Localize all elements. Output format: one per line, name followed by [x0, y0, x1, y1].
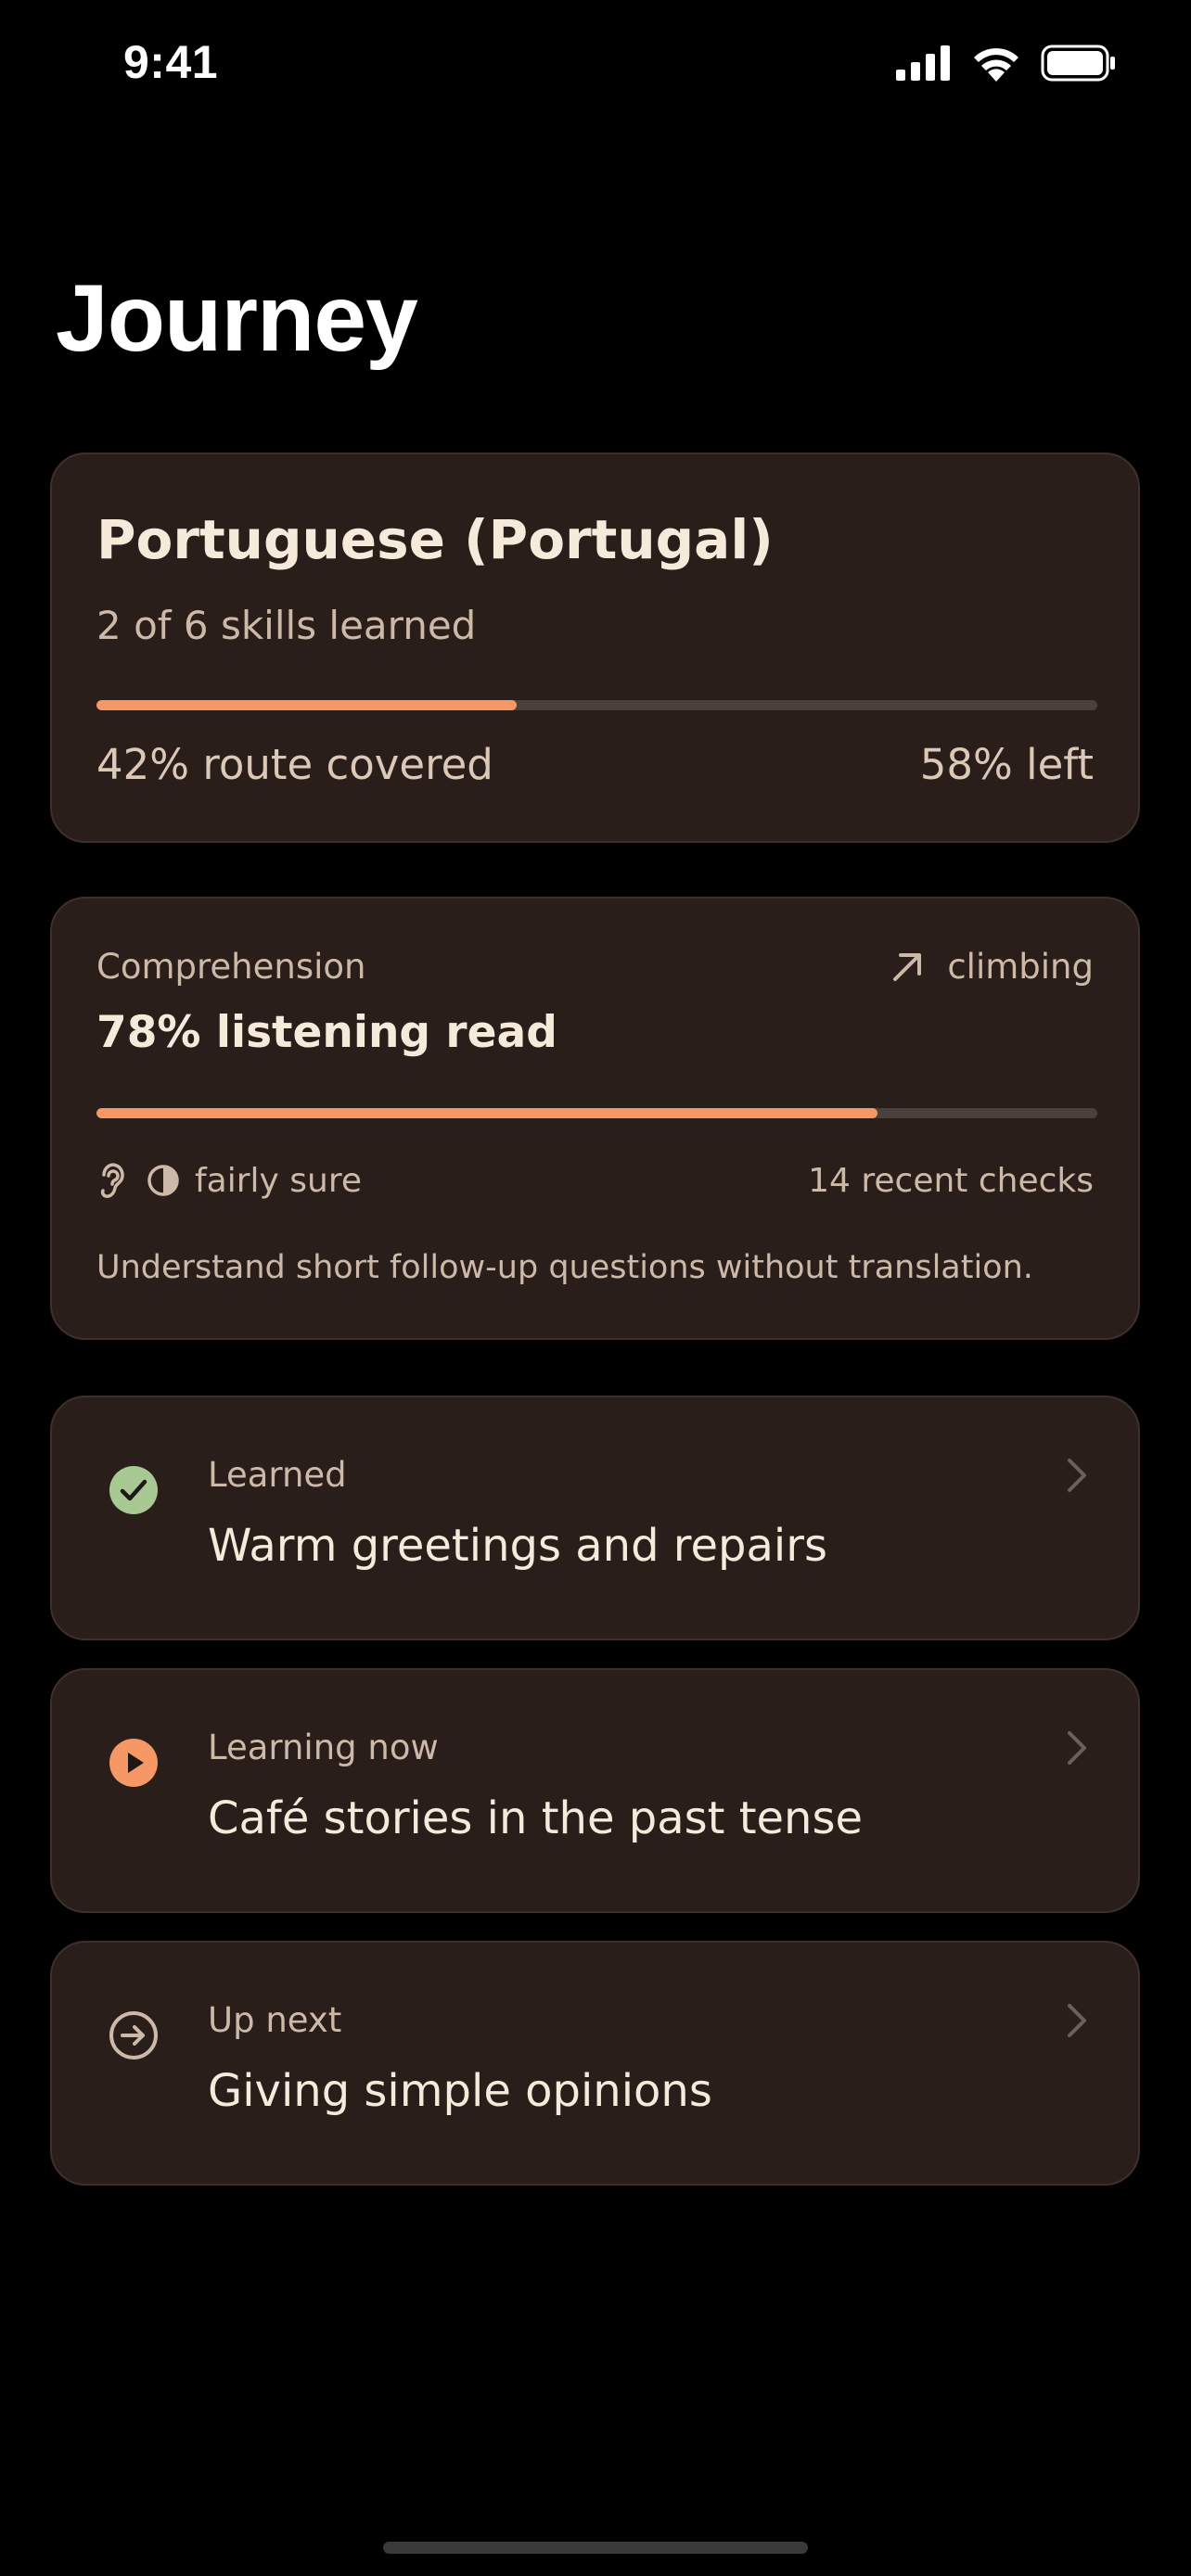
comprehension-progress-fill — [96, 1108, 877, 1118]
signal-icon — [896, 45, 950, 81]
chevron-right-icon — [1068, 2004, 1086, 2037]
course-progress-card[interactable]: Portuguese (Portugal) 2 of 6 skills lear… — [50, 453, 1140, 843]
comprehension-progress-bar — [96, 1108, 1097, 1118]
ear-icon — [100, 1163, 124, 1198]
comprehension-label: Comprehension — [96, 947, 366, 987]
comprehension-description: Understand short follow-up questions wit… — [96, 1249, 1033, 1286]
skill-card-learning-now[interactable]: Learning now Café stories in the past te… — [50, 1668, 1140, 1913]
battery-icon — [1041, 45, 1115, 82]
skill-title: Café stories in the past tense — [208, 1792, 864, 1844]
recent-checks-label: 14 recent checks — [808, 1162, 1094, 1200]
skill-card-learned[interactable]: Learned Warm greetings and repairs — [50, 1396, 1140, 1640]
course-progress-fill — [96, 700, 518, 710]
chevron-right-icon — [1068, 1459, 1086, 1492]
comprehension-value: 78% listening read — [96, 1007, 557, 1058]
skill-card-up-next[interactable]: Up next Giving simple opinions — [50, 1941, 1140, 2186]
check-circle-icon — [109, 1466, 158, 1514]
comprehension-card[interactable]: Comprehension climbing 78% listening rea… — [50, 897, 1140, 1340]
skill-status: Up next — [208, 2000, 342, 2040]
arrow-right-circle-icon — [109, 2011, 158, 2060]
status-bar: 9:41 — [0, 0, 1191, 130]
chevron-right-icon — [1068, 1731, 1086, 1765]
home-indicator[interactable] — [383, 2542, 808, 2554]
play-circle-icon — [109, 1739, 158, 1787]
confidence-row: fairly sure — [96, 1160, 362, 1201]
skill-title: Giving simple opinions — [208, 2065, 712, 2117]
status-time: 9:41 — [123, 36, 219, 88]
trend-label: climbing — [947, 947, 1094, 987]
skill-title: Warm greetings and repairs — [208, 1520, 827, 1572]
arrow-up-right-icon — [893, 952, 922, 981]
course-name: Portuguese (Portugal) — [96, 508, 774, 571]
skill-status: Learned — [208, 1455, 347, 1495]
route-covered-label: 42% route covered — [96, 740, 493, 789]
status-icons — [896, 45, 1117, 82]
half-circle-icon — [147, 1165, 179, 1196]
skill-status: Learning now — [208, 1728, 439, 1767]
page-title: Journey — [56, 265, 418, 371]
wifi-icon — [974, 48, 1018, 82]
route-left-label: 58% left — [919, 740, 1094, 789]
course-progress-bar — [96, 700, 1097, 710]
trend-indicator: climbing — [891, 947, 1094, 987]
skills-summary: 2 of 6 skills learned — [96, 603, 477, 648]
confidence-label: fairly sure — [195, 1161, 363, 1200]
